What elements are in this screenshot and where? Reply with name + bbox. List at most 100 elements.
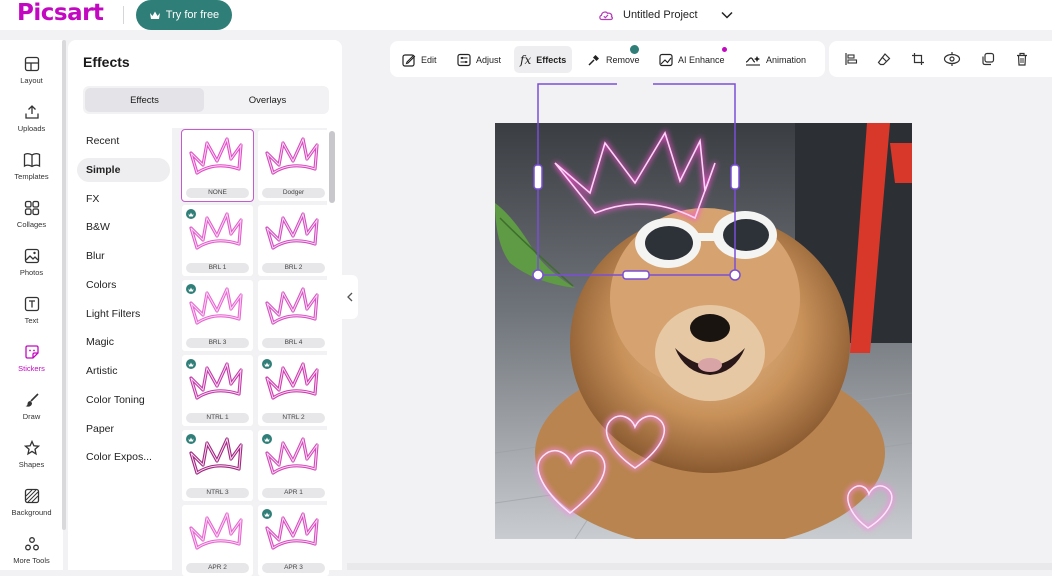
animation-tool[interactable]: Animation (739, 46, 812, 73)
ai-enhance-tool[interactable]: AI Enhance (653, 46, 731, 73)
project-title-dropdown[interactable]: Untitled Project (598, 6, 733, 24)
category-light-filters[interactable]: Light Filters (77, 302, 170, 326)
effect-name: BRL 2 (262, 263, 325, 273)
project-title: Untitled Project (623, 9, 698, 21)
effect-name: BRL 4 (262, 338, 325, 348)
tool-label: AI Enhance (678, 54, 725, 65)
effect-thumbnail[interactable]: NTRL 1 (182, 355, 253, 426)
nav-templates[interactable]: Templates (0, 145, 63, 189)
flip-rotate-button[interactable] (943, 50, 961, 68)
effects-tool[interactable]: fx Effects (514, 46, 573, 73)
panel-title: Effects (83, 54, 130, 70)
collapse-panel-button[interactable] (342, 275, 358, 319)
trash-icon (1017, 52, 1027, 66)
crop-icon (912, 53, 924, 65)
remove-tool[interactable]: Remove (581, 45, 646, 73)
nav-uploads[interactable]: Uploads (0, 97, 63, 141)
category-fx[interactable]: FX (77, 187, 170, 211)
try-for-free-button[interactable]: Try for free (136, 0, 232, 30)
nav-layout[interactable]: Layout (0, 49, 63, 93)
nav-label: Shapes (18, 460, 45, 469)
upload-icon (23, 103, 41, 121)
effect-thumbnail[interactable]: APR 2 (182, 505, 253, 576)
nav-draw[interactable]: Draw (0, 385, 63, 429)
category-bw[interactable]: B&W (77, 215, 170, 239)
nav-label: Photos (19, 268, 44, 277)
align-button[interactable] (842, 50, 860, 68)
background-icon (23, 487, 41, 505)
tool-label: Animation (766, 54, 807, 65)
category-magic[interactable]: Magic (77, 330, 170, 354)
nav-more-tools[interactable]: More Tools (0, 529, 63, 573)
crown-icon (149, 11, 160, 19)
sticker-selection-box[interactable] (530, 80, 745, 285)
nav-shapes[interactable]: Shapes (0, 433, 63, 477)
effect-thumbnail[interactable]: NONE (181, 129, 254, 202)
category-colors[interactable]: Colors (77, 273, 170, 297)
left-navigation: Layout Uploads Templates Collages Photos… (0, 40, 63, 570)
object-toolbar (829, 41, 1052, 77)
effect-thumbnail[interactable]: NTRL 3 (182, 430, 253, 501)
nav-scrollbar[interactable] (62, 40, 66, 530)
nav-stickers[interactable]: Stickers (0, 337, 63, 381)
tab-overlays[interactable]: Overlays (208, 88, 327, 112)
effect-thumbnail[interactable]: APR 3 (258, 505, 329, 576)
divider (123, 6, 124, 24)
nav-label: Text (24, 316, 39, 325)
effects-panel: Effects Effects Overlays Recent Simple F… (68, 40, 342, 576)
nav-background[interactable]: Background (0, 481, 63, 525)
eraser-button[interactable] (875, 50, 893, 68)
category-blur[interactable]: Blur (77, 244, 170, 268)
effects-scrollbar[interactable] (329, 131, 335, 203)
effect-thumbnail[interactable]: NTRL 2 (258, 355, 329, 426)
delete-button[interactable] (1013, 50, 1031, 68)
cloud-icon (599, 11, 613, 21)
top-bar: Picsart Try for free Untitled Project (0, 0, 1052, 30)
tool-label: Effects (536, 54, 567, 65)
category-recent[interactable]: Recent (77, 129, 170, 153)
picsart-logo[interactable]: Picsart (17, 0, 104, 26)
effect-thumbnail[interactable]: BRL 4 (258, 280, 329, 351)
adjust-icon (457, 53, 471, 66)
more-tools-icon (23, 535, 41, 553)
nav-label: Stickers (18, 364, 45, 373)
premium-crown-icon (186, 359, 196, 369)
category-artistic[interactable]: Artistic (77, 359, 170, 383)
crown-preview-image (265, 212, 319, 250)
nav-label: Background (11, 508, 52, 517)
nav-collages[interactable]: Collages (0, 193, 63, 237)
templates-icon (23, 151, 41, 169)
tab-effects[interactable]: Effects (85, 88, 204, 112)
premium-crown-icon (262, 509, 272, 519)
premium-crown-icon (186, 209, 196, 219)
editing-toolbar: Edit Adjust fx Effects Remove AI Enhance… (390, 41, 825, 77)
tool-label: Edit (421, 54, 437, 65)
effect-thumbnail[interactable]: BRL 1 (182, 205, 253, 276)
nav-label: Collages (16, 220, 47, 229)
effect-thumbnail[interactable]: BRL 3 (182, 280, 253, 351)
edit-tool[interactable]: Edit (396, 46, 443, 73)
effect-thumbnail[interactable]: BRL 2 (258, 205, 329, 276)
try-for-free-label: Try for free (165, 9, 220, 21)
effect-thumbnail[interactable]: Dodger (258, 130, 329, 201)
chevron-down-icon (721, 11, 733, 19)
nav-photos[interactable]: Photos (0, 241, 63, 285)
effect-thumbnail[interactable]: APR 1 (258, 430, 329, 501)
category-color-toning[interactable]: Color Toning (77, 388, 170, 412)
premium-crown-icon (186, 284, 196, 294)
shapes-icon (23, 439, 41, 457)
nav-text[interactable]: Text (0, 289, 63, 333)
duplicate-button[interactable] (979, 50, 997, 68)
effect-name: NTRL 1 (186, 413, 249, 423)
category-simple[interactable]: Simple (77, 158, 170, 182)
brush-icon (23, 391, 41, 409)
crown-preview-image (265, 287, 319, 325)
category-color-exposure[interactable]: Color Expos... (77, 445, 170, 469)
photos-icon (23, 247, 41, 265)
remove-icon (588, 54, 599, 66)
category-paper[interactable]: Paper (77, 417, 170, 441)
adjust-tool[interactable]: Adjust (451, 46, 507, 73)
bottom-bar (347, 563, 1052, 570)
crop-button[interactable] (909, 50, 927, 68)
premium-crown-icon (186, 434, 196, 444)
